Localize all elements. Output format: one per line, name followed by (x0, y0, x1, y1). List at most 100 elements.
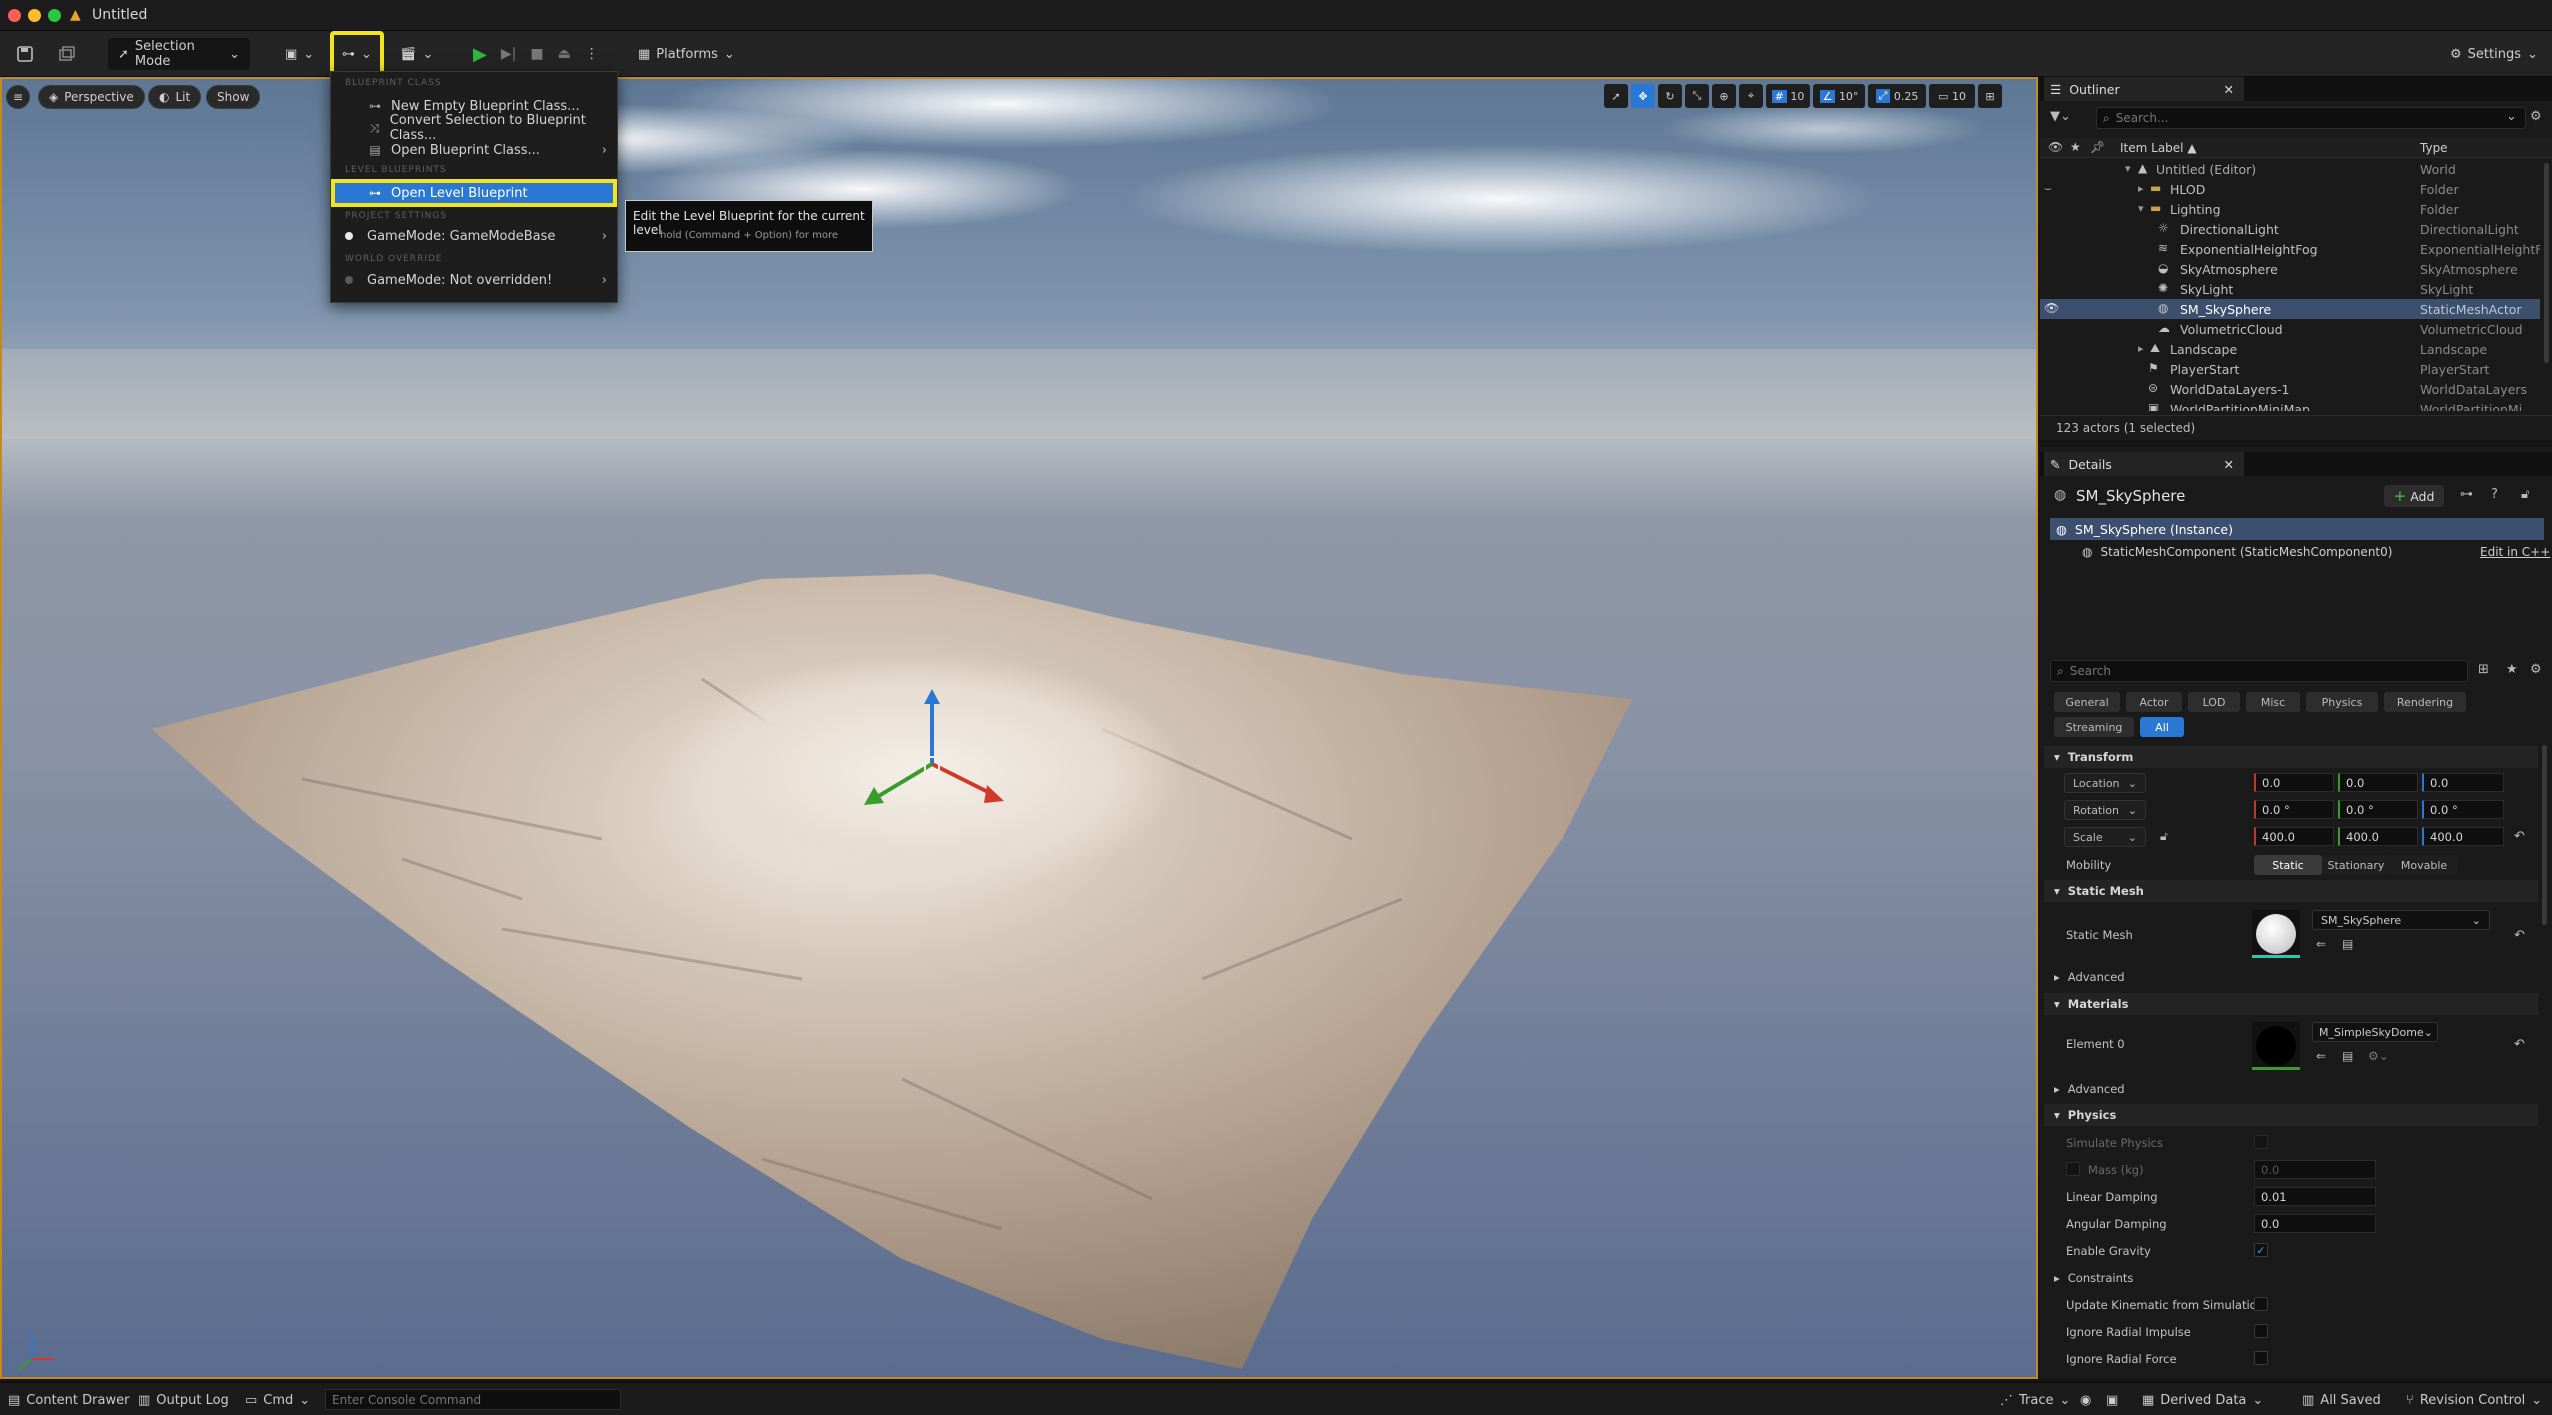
list-item[interactable]: ◒ SkyAtmosphere SkyAtmosphere (2040, 259, 2540, 279)
location-mode-dropdown[interactable]: Location ⌄ (2064, 773, 2146, 793)
maximize-window-button[interactable] (48, 9, 61, 22)
materials-advanced[interactable]: ▸ Advanced (2054, 1082, 2125, 1096)
close-icon[interactable]: ✕ (2224, 82, 2234, 97)
filter-actor[interactable]: Actor (2126, 692, 2182, 712)
mass-field[interactable]: 0.0 (2254, 1160, 2376, 1179)
list-item[interactable]: ⚑ PlayerStart PlayerStart (2040, 359, 2540, 379)
column-type[interactable]: Type (2420, 141, 2448, 155)
save-icon[interactable] (6, 38, 44, 70)
surface-snap-icon[interactable]: ⌖ (1739, 84, 1763, 108)
list-item[interactable]: ✺ SkyLight SkyLight (2040, 279, 2540, 299)
column-item-label[interactable]: Item Label ▲ (2120, 141, 2197, 155)
scale-snap-toggle[interactable]: ⤢ 0.25 (1868, 84, 1926, 108)
cinematics-button[interactable]: 🎬︎ ⌄ (390, 38, 443, 70)
filter-physics[interactable]: Physics (2306, 692, 2378, 712)
list-item[interactable]: ☁ VolumetricCloud VolumetricCloud (2040, 319, 2540, 339)
material-picker[interactable]: M_SimpleSkyDome ⌄ (2312, 1022, 2438, 1042)
filter-lod[interactable]: LOD (2188, 692, 2240, 712)
rotation-mode-dropdown[interactable]: Rotation ⌄ (2064, 800, 2146, 820)
scale-y-field[interactable]: 400.0 (2338, 827, 2418, 846)
scale-z-field[interactable]: 400.0 (2422, 827, 2504, 846)
use-selected-icon[interactable]: ⇐ (2316, 1049, 2326, 1063)
filter-icon[interactable]: ▼⌄ (2050, 109, 2071, 124)
constraints-row[interactable]: ▸ Constraints (2054, 1271, 2133, 1285)
outliner-scrollbar[interactable] (2544, 163, 2549, 363)
update-kinematic-checkbox[interactable] (2254, 1297, 2268, 1311)
list-item[interactable]: ⌣ ▸ ▬ HLOD Folder (2040, 179, 2540, 199)
mobility-static[interactable]: Static (2254, 855, 2322, 875)
trace-dropdown[interactable]: ⋰ Trace ⌄ (2000, 1389, 2070, 1411)
gamemode-base-item[interactable]: GameMode: GameModeBase › (331, 225, 617, 247)
location-x-field[interactable]: 0.0 (2254, 773, 2334, 792)
open-blueprint-class-item[interactable]: ▤ Open Blueprint Class... › (331, 139, 617, 161)
step-icon[interactable]: ▶| (501, 46, 516, 62)
camera-speed-button[interactable]: ▭ 10 (1929, 84, 1975, 108)
tab-outliner[interactable]: ☰ Outliner ✕ (2044, 77, 2244, 101)
console-command-input[interactable] (325, 1389, 621, 1410)
filter-general[interactable]: General (2054, 692, 2120, 712)
blueprint-icon[interactable]: ⊶ (2460, 487, 2473, 502)
mass-override-checkbox[interactable] (2066, 1162, 2080, 1176)
browse-asset-icon[interactable]: ▤ (2342, 1049, 2353, 1063)
hidden-eye-icon[interactable]: ⌣ (2044, 181, 2052, 196)
section-physics[interactable]: ▾ Physics (2044, 1104, 2538, 1126)
rotation-y-field[interactable]: 0.0 ° (2338, 800, 2418, 819)
section-static-mesh[interactable]: ▾ Static Mesh (2044, 880, 2538, 902)
details-scrollbar[interactable] (2542, 745, 2547, 925)
list-item[interactable]: ▾ ▲ Untitled (Editor) World (2040, 159, 2540, 179)
perspective-button[interactable]: ◈ Perspective (38, 85, 145, 109)
filter-rendering[interactable]: Rendering (2384, 692, 2466, 712)
gamemode-override-item[interactable]: GameMode: Not overridden! › (331, 269, 617, 291)
add-component-button[interactable]: + Add (2384, 485, 2444, 507)
select-tool-icon[interactable]: ➚ (1604, 84, 1628, 108)
outliner-search-input[interactable] (2115, 111, 2496, 125)
material-options-icon[interactable]: ⚙⌄ (2368, 1049, 2389, 1063)
static-mesh-advanced[interactable]: ▸ Advanced (2054, 970, 2125, 984)
show-button[interactable]: Show (206, 85, 261, 109)
open-level-blueprint-item[interactable]: ⊶ Open Level Blueprint (331, 179, 617, 207)
revision-control-dropdown[interactable]: ⑂ Revision Control ⌄ (2406, 1389, 2542, 1411)
add-actor-button[interactable]: ▣ ⌄ (275, 38, 324, 70)
close-window-button[interactable] (8, 9, 21, 22)
content-drawer-button[interactable]: ▤ Content Drawer (8, 1389, 129, 1411)
component-row[interactable]: ◍ StaticMeshComponent (StaticMeshComponen… (2082, 545, 2392, 559)
viewport-menu-button[interactable]: ≡ (6, 85, 31, 109)
location-y-field[interactable]: 0.0 (2338, 773, 2418, 792)
outliner-settings-icon[interactable]: ⚙ (2530, 109, 2542, 124)
filter-misc[interactable]: Misc (2246, 692, 2300, 712)
list-item[interactable]: ▸ ⛰︎ Landscape Landscape (2040, 339, 2540, 359)
rotation-snap-toggle[interactable]: ∠ 10° (1813, 84, 1865, 108)
list-item-selected[interactable]: 👁︎ ◍ SM_SkySphere StaticMeshActor (2040, 299, 2540, 319)
static-mesh-picker[interactable]: SM_SkySphere ⌄ (2312, 910, 2490, 930)
material-thumbnail[interactable] (2252, 1022, 2300, 1070)
level-viewport[interactable]: ≡ ◈ Perspective ◐ Lit Show ➚ ✥ ↻ ⤡ ⊕ ⌖ # 1… (0, 77, 2038, 1379)
rotation-x-field[interactable]: 0.0 ° (2254, 800, 2334, 819)
scale-tool-icon[interactable]: ⤡ (1685, 84, 1709, 108)
actor-name[interactable]: SM_SkySphere (2076, 487, 2185, 505)
browse-asset-icon[interactable]: ▤ (2342, 937, 2353, 951)
filter-all[interactable]: All (2140, 717, 2184, 737)
platforms-dropdown[interactable]: ▦ Platforms ⌄ (628, 38, 745, 70)
list-item[interactable]: ▣ WorldPartitionMiniMap WorldPartitionMi (2040, 399, 2540, 411)
derived-data-dropdown[interactable]: ▦ Derived Data ⌄ (2142, 1389, 2263, 1411)
gear-icon[interactable]: ⚙ (2530, 662, 2542, 677)
mobility-movable[interactable]: Movable (2390, 855, 2458, 875)
scale-x-field[interactable]: 400.0 (2254, 827, 2334, 846)
output-log-button[interactable]: ▥ Output Log (138, 1389, 229, 1411)
screenshot-icon[interactable]: ▣ (2106, 1389, 2118, 1411)
more-options-icon[interactable]: ⋮ (585, 46, 599, 62)
rotation-z-field[interactable]: 0.0 ° (2422, 800, 2504, 819)
static-mesh-thumbnail[interactable] (2252, 910, 2300, 958)
visibility-icon[interactable]: 👁︎ (2044, 301, 2059, 315)
details-search-input[interactable] (2069, 664, 2440, 678)
layout-icon[interactable]: ⊞ (1978, 84, 2002, 108)
tab-details[interactable]: ✎ Details ✕ (2044, 452, 2244, 476)
eject-icon[interactable]: ⏏ (558, 46, 571, 62)
ignore-radial-force-checkbox[interactable] (2254, 1351, 2268, 1365)
close-icon[interactable]: ✕ (2224, 457, 2234, 472)
linear-damping-field[interactable]: 0.01 (2254, 1187, 2376, 1206)
list-item[interactable]: ☼ DirectionalLight DirectionalLight (2040, 219, 2540, 239)
angular-damping-field[interactable]: 0.0 (2254, 1214, 2376, 1233)
list-item[interactable]: ▾ ▬ Lighting Folder (2040, 199, 2540, 219)
ignore-radial-impulse-checkbox[interactable] (2254, 1324, 2268, 1338)
